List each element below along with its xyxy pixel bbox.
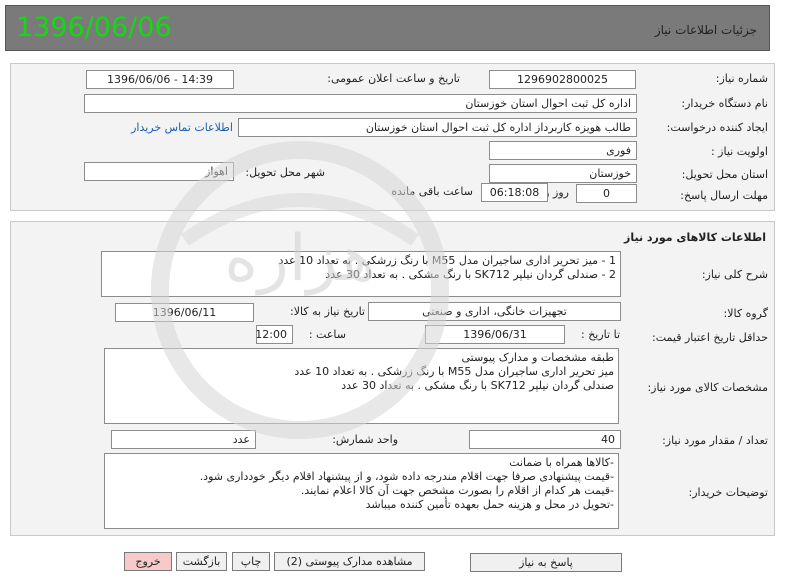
print-button[interactable]: چاپ [232,552,270,571]
priority-field: فوری [489,141,637,160]
request-creator-label: ایجاد کننده درخواست: [666,121,768,134]
price-validity-label: حداقل تاریخ اعتبار قیمت: [652,331,768,344]
specs-label: مشخصات کالای مورد نیاز: [647,381,768,394]
goods-section-title: اطلاعات کالاهای مورد نیاز [624,231,766,244]
exit-button[interactable]: خروج [124,552,172,571]
notes-line: -تحویل در محل و هزینه حمل بعهده تأمین کن… [365,498,614,511]
page-title: جزئیات اطلاعات نیاز [654,23,757,37]
goods-group-label: گروه کالا: [723,307,768,320]
delivery-province-field: خوزستان [489,164,637,183]
buyer-org-label: نام دستگاه خریدار: [681,97,768,110]
header-date: 1396/06/06 [16,12,172,43]
deadline-days-field: 0 [576,184,637,203]
watermark-logo: هزاره [151,141,449,439]
page-header: 1396/06/06 جزئیات اطلاعات نیاز [5,5,770,51]
notes-line: -کالاها همراه با ضمانت [509,456,614,469]
buyer-org-field: اداره کل ثبت احوال استان خوزستان [84,94,637,113]
quantity-label: تعداد / مقدار مورد نیاز: [662,434,768,447]
reply-button[interactable]: پاسخ به نیاز [470,553,622,572]
buyer-notes-textarea: -کالاها همراه با ضمانت -قیمت پیشنهادی صر… [104,453,619,529]
need-number-label: شماره نیاز: [715,72,768,85]
need-number-field: 1296902800025 [489,70,636,89]
buyer-notes-label: توضیحات خریدار: [688,486,769,499]
announce-datetime-field: 1396/06/06 - 14:39 [86,70,234,89]
reply-deadline-label: مهلت ارسال پاسخ: [680,189,768,202]
view-attachments-button[interactable]: مشاهده مدارک پیوستی (2) [274,552,425,571]
notes-line: -قیمت پیشنهادی صرفا جهت اقلام مندرجه داد… [199,470,614,483]
summary-label: شرح کلی نیاز: [701,268,768,281]
until-date-label: تا تاریخ : [581,328,620,341]
back-button[interactable]: بازگشت [176,552,227,571]
announce-datetime-label: تاریخ و ساعت اعلان عمومی: [327,72,460,85]
delivery-province-label: استان محل تحویل: [681,168,768,181]
watermark-text: هزاره [224,222,375,296]
priority-label: اولویت نیاز : [710,145,768,158]
notes-line: -قیمت هر کدام از اقلام را بصورت مشخص جهت… [300,484,614,497]
